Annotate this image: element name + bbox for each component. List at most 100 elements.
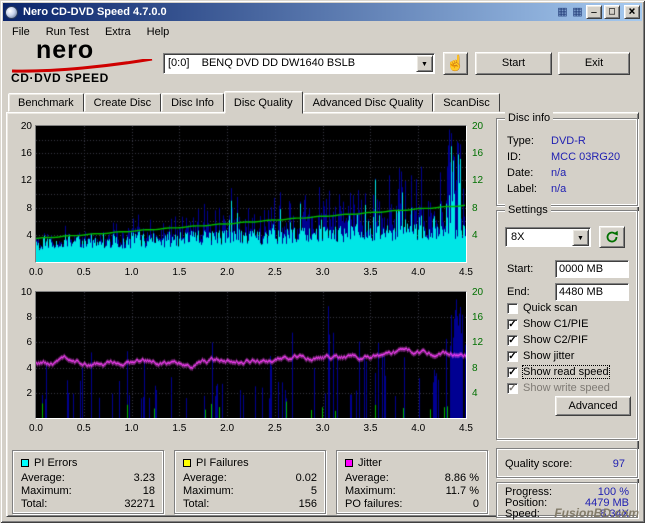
checkbox-show-c1-pie[interactable]: Show C1/PIE [507,317,588,331]
x-axis-tick: 0.0 [29,267,43,278]
stat-label: Average: [345,472,389,484]
stats-row-maximum: Maximum: 11.7 % [345,485,479,497]
menu-file[interactable]: File [4,24,38,40]
drive-eject-button[interactable] [443,52,468,75]
y-axis-tick: 10 [20,287,32,298]
refresh-speeds-button[interactable] [599,226,625,248]
checkbox-label: Show write speed [523,382,610,394]
stat-value: 32271 [124,498,155,510]
x-axis-tick: 2.5 [267,267,282,278]
drive-select[interactable]: [0:0] BENQ DVD DD DW1640 BSLB [163,53,435,74]
tab-advanced-disc-quality[interactable]: Advanced Disc Quality [302,93,434,112]
titlebar-extra-icon [556,6,569,19]
y-axis-tick: 2 [26,387,32,399]
advanced-button[interactable]: Advanced [555,396,631,416]
exit-button[interactable]: Exit [558,52,630,75]
stat-value: 0 [472,498,479,510]
stat-label: Average: [183,472,227,484]
titlebar[interactable]: Nero CD-DVD Speed 4.7.0.0 [3,3,642,21]
refresh-icon [606,230,618,243]
nero-logo: nero CD·DVD SPEED [6,36,160,86]
speed-select[interactable]: 8X [505,227,591,247]
tab-create-disc[interactable]: Create Disc [83,93,162,112]
stats-row-total: Total: 156 [183,498,317,510]
drive-select-value: [0:0] BENQ DVD DD DW1640 BSLB [168,57,356,69]
stat-label: Maximum: [345,485,396,497]
x-axis-tick: 2.5 [267,423,282,434]
pi-errors-color-swatch [21,459,29,467]
start-position-label: Start: [507,263,534,275]
checkbox-icon[interactable] [507,350,518,362]
checkbox-icon[interactable] [507,382,518,394]
minimize-button[interactable] [586,5,602,19]
speed-select-value: 8X [511,231,525,243]
tab-disc-info[interactable]: Disc Info [161,93,224,112]
stat-label: Total: [21,498,48,510]
checkbox-show-write-speed[interactable]: Show write speed [507,381,610,395]
stats-header: PI Errors [21,457,77,469]
x-axis-tick: 4.5 [459,423,473,434]
tab-scandisc[interactable]: ScanDisc [433,93,500,112]
menu-extra[interactable]: Extra [97,24,139,40]
disc-info-label: Date: [507,167,534,179]
checkbox-label: Show C2/PIF [523,334,588,346]
checkbox-icon[interactable] [507,366,518,378]
stats-row-average: Average: 3.23 [21,472,155,484]
x-axis-tick: 2.0 [220,267,235,278]
y-axis-tick-right: 20 [472,287,484,298]
end-position-label: End: [507,286,530,298]
stats-title: Jitter [358,457,382,469]
start-button[interactable]: Start [475,52,552,75]
stat-label: PO failures: [345,498,403,510]
checkbox-icon[interactable] [507,334,518,346]
menu-help[interactable]: Help [139,24,178,40]
stats-panel-pi-errors: PI Errors Average: 3.23 Maximum: 18 Total: 322… [12,450,164,514]
stats-title: PI Failures [196,457,249,469]
stat-value: 5 [310,485,317,497]
hand-icon [446,55,465,72]
quality-score-group: Quality score: 97 [496,448,638,478]
x-axis-tick: 0.0 [29,423,43,434]
stat-label: Maximum: [21,485,72,497]
pi-errors-canvas [36,126,466,262]
x-axis-tick: 3.5 [363,267,378,278]
tab-benchmark[interactable]: Benchmark [8,93,84,112]
tab-disc-quality[interactable]: Disc Quality [223,91,303,114]
y-axis-tick-right: 16 [472,148,484,160]
stat-value: 156 [298,498,317,510]
checkbox-quick-scan[interactable]: Quick scan [507,301,577,315]
x-axis-tick: 1.5 [172,423,187,434]
end-position-field[interactable]: 4480 MB [555,283,629,301]
maximize-button[interactable] [604,5,620,19]
x-axis-tick: 4.0 [411,423,426,434]
y-axis-tick-right: 8 [472,202,478,214]
close-button[interactable] [624,5,640,19]
y-axis-tick: 4 [26,229,32,241]
quality-score-label: Quality score: [505,458,573,470]
checkbox-show-c2-pif[interactable]: Show C2/PIF [507,333,588,347]
y-axis-tick: 8 [26,202,32,214]
checkbox-label: Show C1/PIE [523,318,589,330]
logo-subtitle: CD·DVD SPEED [11,71,109,85]
checkbox-show-read-speed[interactable]: Show read speed [507,365,610,379]
chevron-down-icon[interactable] [416,55,433,72]
app-icon [5,5,18,19]
y-axis-tick: 12 [20,175,32,187]
disc-info-value: n/a [551,183,567,195]
pi-failures-jitter-plot [35,291,467,419]
y-axis-tick-right: 8 [472,362,478,374]
disc-info-row-label: Label: n/a [507,183,631,196]
checkbox-icon[interactable] [507,302,518,314]
checkbox-show-jitter[interactable]: Show jitter [507,349,574,363]
x-axis-tick: 3.0 [315,267,330,278]
x-axis-tick: 0.5 [76,267,91,278]
start-position-field[interactable]: 0000 MB [555,260,629,278]
x-axis-tick: 0.5 [76,423,91,434]
checkbox-icon[interactable] [507,318,518,330]
x-axis-tick: 1.5 [172,267,187,278]
titlebar-extra-icon [571,6,584,19]
y-axis-tick: 8 [26,312,32,324]
chevron-down-icon[interactable] [572,229,589,246]
disc-info-label: ID: [507,151,522,163]
stats-panel-jitter: Jitter Average: 8.86 % Maximum: 11.7 % PO fai… [336,450,488,514]
